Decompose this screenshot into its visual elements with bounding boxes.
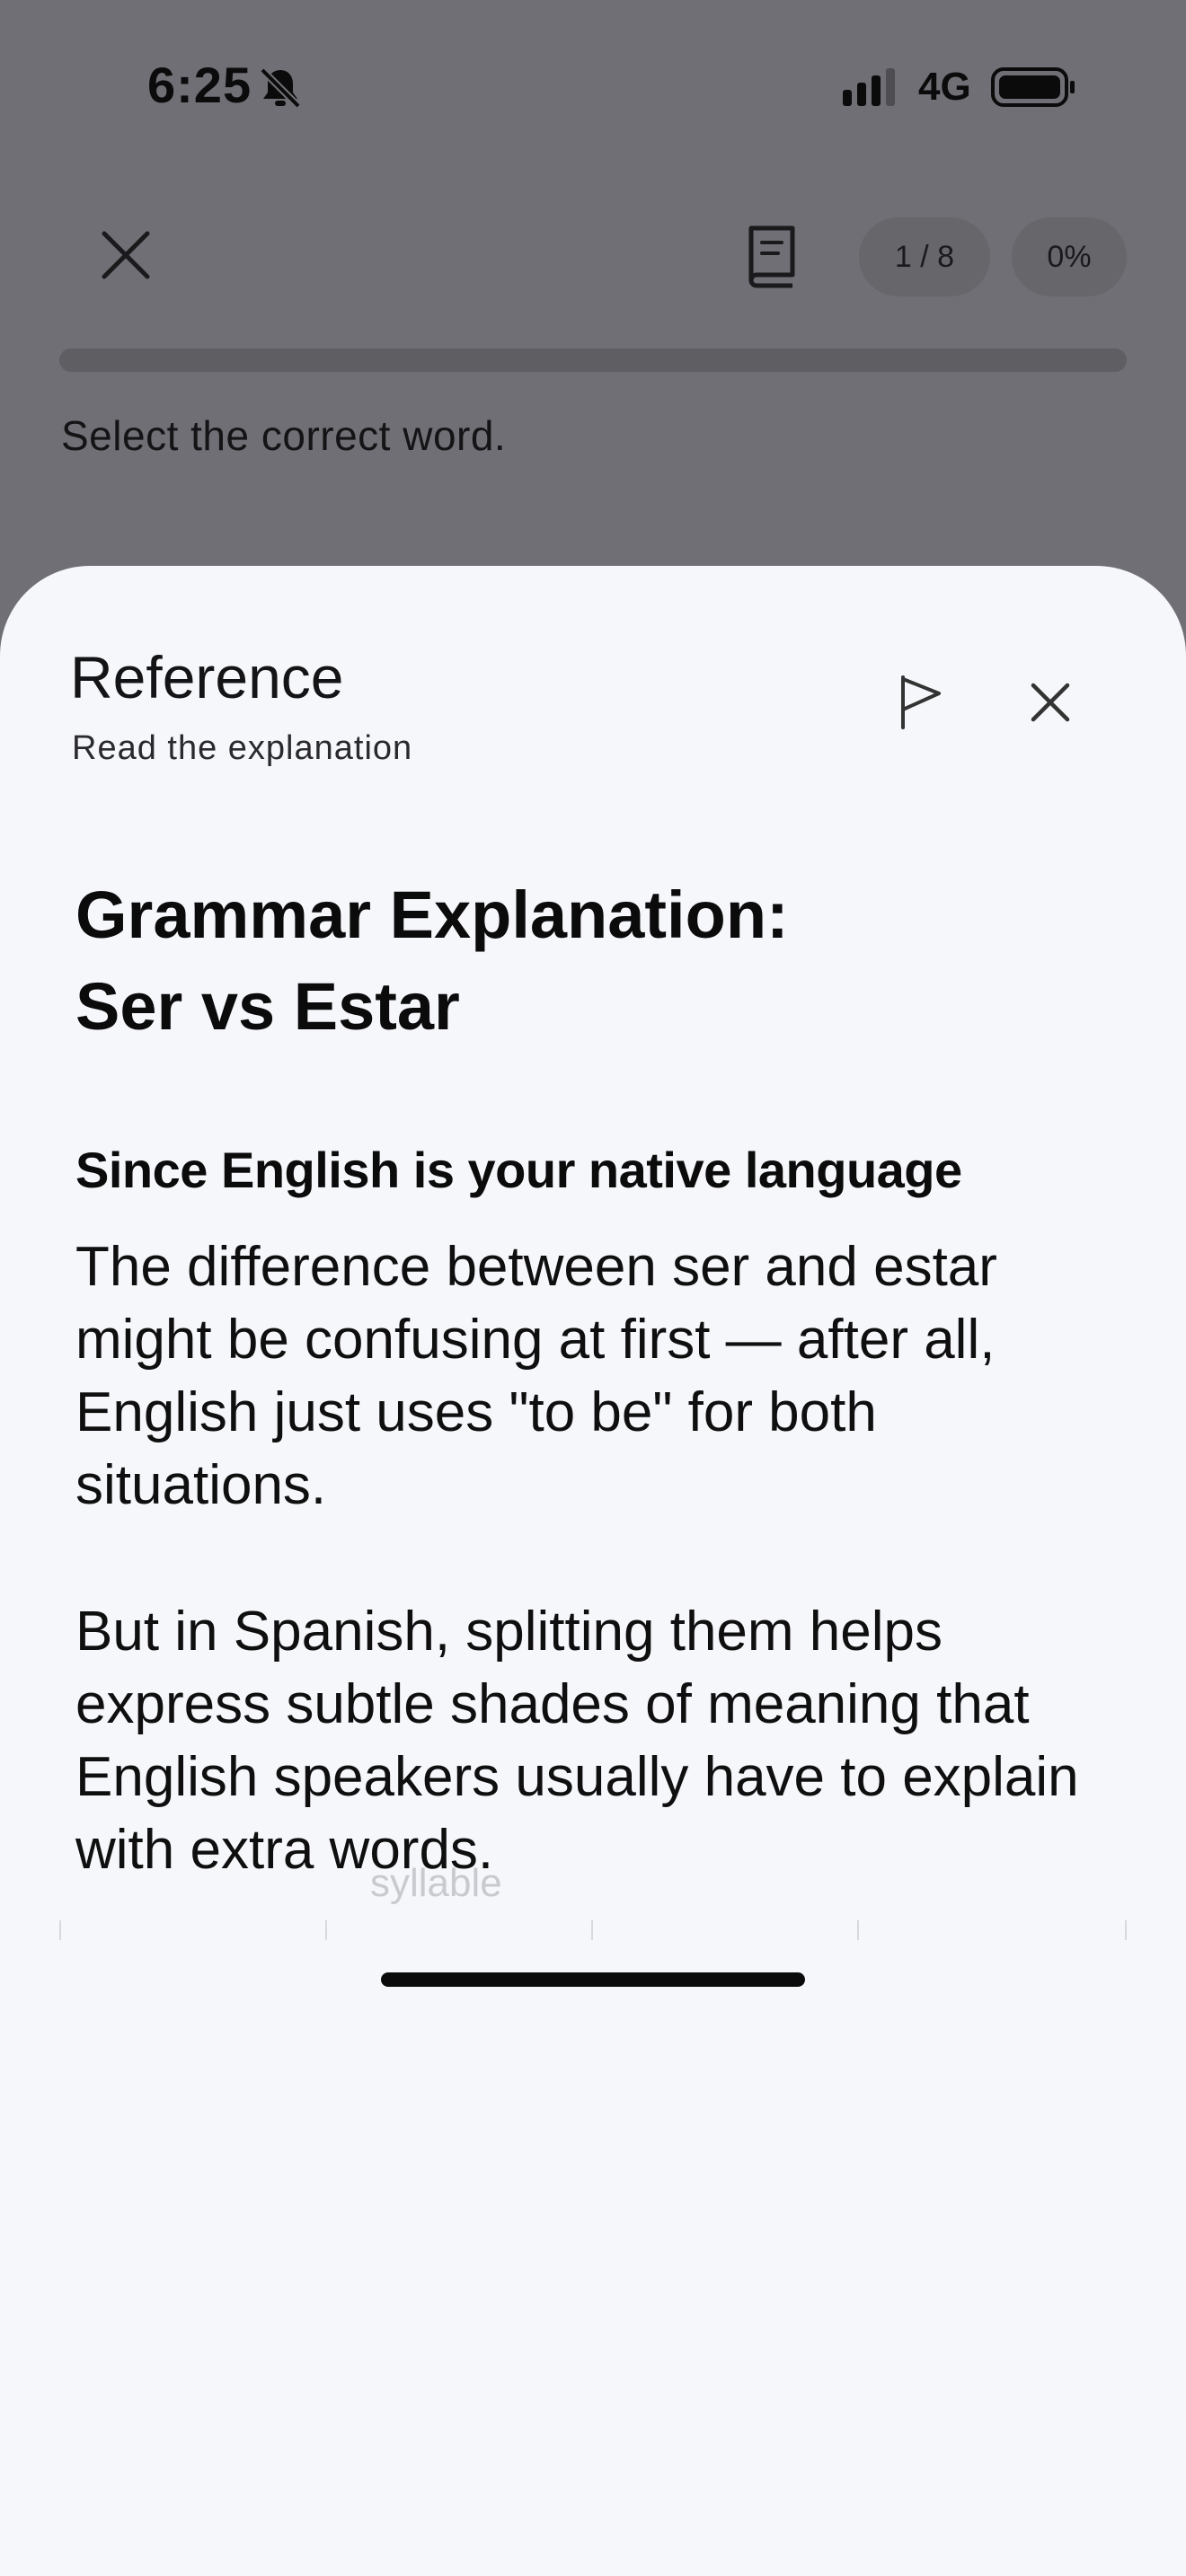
bell-slash-icon (260, 67, 301, 109)
section-subheading: Since English is your native language (75, 1142, 962, 1198)
reference-sheet: Reference Read the explanation Grammar E… (0, 566, 1186, 2576)
sheet-subtitle: Read the explanation (72, 729, 413, 767)
heading-line-1: Grammar Explanation: (75, 878, 789, 952)
tick (591, 1920, 593, 1940)
faded-option-label: syllable (370, 1861, 502, 1905)
heading-line-2: Ser vs Estar (75, 969, 460, 1044)
book-icon[interactable] (742, 221, 805, 289)
grammar-heading: Grammar Explanation: Ser vs Estar (75, 869, 1064, 1053)
home-indicator (381, 1972, 805, 1987)
report-button[interactable] (890, 668, 952, 737)
exercise-instruction: Select the correct word. (61, 412, 507, 459)
question-progress-pill: 1 / 8 (859, 217, 990, 296)
tick (857, 1920, 859, 1940)
close-sheet-button[interactable] (1019, 668, 1082, 737)
status-time: 6:25 (147, 57, 252, 113)
status-bar: 6:25 4G (0, 0, 1186, 180)
signal-icon (843, 68, 895, 106)
exercise-toolbar: 1 / 8 0% (0, 198, 1186, 314)
progress-bar (59, 348, 1127, 372)
network-label: 4G (918, 65, 971, 109)
sheet-title: Reference (70, 644, 344, 710)
battery-icon (991, 67, 1075, 107)
tick-row (59, 1920, 1128, 1940)
tick (1125, 1920, 1127, 1940)
explanation-paragraph-2: But in Spanish, splitting them helps exp… (75, 1601, 1079, 1881)
tick (59, 1920, 61, 1940)
score-percent-pill: 0% (1012, 217, 1127, 296)
close-icon (1031, 683, 1070, 722)
tick (325, 1920, 327, 1940)
flag-icon (901, 675, 941, 729)
explanation-paragraph-1: The difference between ser and estar mig… (75, 1236, 997, 1516)
close-icon[interactable] (93, 223, 158, 287)
